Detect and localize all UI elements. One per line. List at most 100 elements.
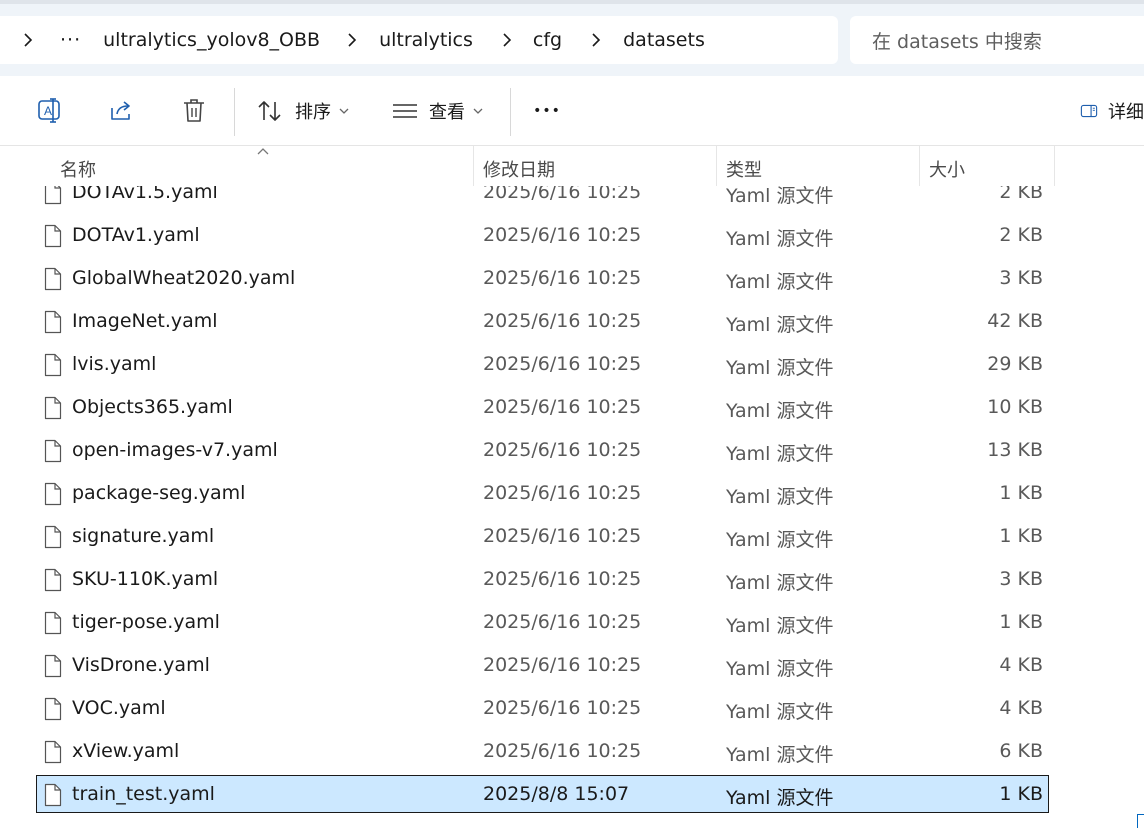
column-divider[interactable] [473, 146, 474, 186]
file-name: lvis.yaml [72, 353, 157, 375]
breadcrumb-overflow[interactable]: ··· [60, 29, 81, 51]
file-name: open-images-v7.yaml [72, 439, 278, 461]
file-type: Yaml 源文件 [726, 357, 834, 379]
file-list: DOTAv1.5.yaml 2025/6/16 10:25 Yaml 源文件 2… [0, 186, 1144, 828]
file-date: 2025/6/16 10:25 [483, 267, 642, 289]
file-row[interactable]: package-seg.yaml 2025/6/16 10:25 Yaml 源文… [0, 477, 1144, 513]
file-type: Yaml 源文件 [726, 658, 834, 680]
search-placeholder: 在 datasets 中搜索 [872, 30, 1042, 53]
address-bar[interactable]: ··· ultralytics_yolov8_OBB ultralytics c… [0, 16, 838, 64]
expand-chevron-icon[interactable] [18, 30, 38, 50]
file-row-selected[interactable]: train_test.yaml 2025/8/8 15:07 Yaml 源文件 … [0, 775, 1144, 814]
command-bar: A 排序 查看 ••• 详细 [0, 76, 1144, 146]
rename-button[interactable]: A [34, 93, 66, 129]
file-row[interactable]: VisDrone.yaml 2025/6/16 10:25 Yaml 源文件 4… [0, 649, 1144, 685]
file-name: signature.yaml [72, 525, 215, 547]
breadcrumb-item-project[interactable]: ultralytics_yolov8_OBB [103, 29, 320, 51]
column-date-header[interactable]: 修改日期 [483, 156, 555, 182]
search-input[interactable]: 在 datasets 中搜索 [850, 16, 1144, 64]
file-icon [44, 783, 62, 807]
details-pane-button[interactable]: 详细 [1080, 93, 1144, 129]
column-divider[interactable] [919, 146, 920, 186]
file-date: 2025/6/16 10:25 [483, 224, 642, 246]
file-date: 2025/6/16 10:25 [483, 439, 642, 461]
file-date: 2025/6/16 10:25 [483, 396, 642, 418]
file-icon [44, 697, 62, 721]
file-type: Yaml 源文件 [726, 186, 834, 207]
file-date: 2025/6/16 10:25 [483, 525, 642, 547]
column-type-header[interactable]: 类型 [726, 156, 762, 182]
title-strip [0, 0, 1144, 4]
more-icon: ••• [533, 103, 561, 119]
address-area: ··· ultralytics_yolov8_OBB ultralytics c… [0, 0, 1144, 76]
file-name: train_test.yaml [72, 783, 215, 805]
breadcrumb-item-cfg[interactable]: cfg [533, 29, 562, 51]
file-row[interactable]: DOTAv1.yaml 2025/6/16 10:25 Yaml 源文件 2 K… [0, 219, 1144, 255]
file-name: Objects365.yaml [72, 396, 233, 418]
file-size: 1 KB [999, 482, 1043, 504]
file-row[interactable]: ImageNet.yaml 2025/6/16 10:25 Yaml 源文件 4… [0, 305, 1144, 341]
file-icon [44, 267, 62, 291]
file-icon [44, 353, 62, 377]
file-size: 1 KB [999, 611, 1043, 633]
file-icon [44, 482, 62, 506]
view-list-icon [393, 104, 417, 118]
more-options-button[interactable]: ••• [530, 93, 564, 129]
delete-button[interactable] [178, 93, 210, 129]
chevron-right-icon[interactable] [586, 30, 606, 50]
column-divider[interactable] [1054, 146, 1055, 186]
file-size: 10 KB [987, 396, 1043, 418]
file-row[interactable]: open-images-v7.yaml 2025/6/16 10:25 Yaml… [0, 434, 1144, 470]
file-row[interactable]: SKU-110K.yaml 2025/6/16 10:25 Yaml 源文件 3… [0, 563, 1144, 599]
column-name-header[interactable]: 名称 [60, 156, 96, 182]
file-size: 2 KB [999, 224, 1043, 246]
file-name: ImageNet.yaml [72, 310, 218, 332]
file-type: Yaml 源文件 [726, 228, 834, 250]
sort-button[interactable]: 排序 [256, 93, 354, 129]
file-row[interactable]: tiger-pose.yaml 2025/6/16 10:25 Yaml 源文件… [0, 606, 1144, 642]
file-row[interactable]: Objects365.yaml 2025/6/16 10:25 Yaml 源文件… [0, 391, 1144, 427]
file-name: SKU-110K.yaml [72, 568, 219, 590]
file-date: 2025/6/16 10:25 [483, 353, 642, 375]
file-row[interactable]: VOC.yaml 2025/6/16 10:25 Yaml 源文件 4 KB [0, 692, 1144, 728]
file-row[interactable]: xView.yaml 2025/6/16 10:25 Yaml 源文件 6 KB [0, 735, 1144, 771]
view-button[interactable]: 查看 [392, 93, 490, 129]
file-type: Yaml 源文件 [726, 529, 834, 551]
file-row[interactable]: lvis.yaml 2025/6/16 10:25 Yaml 源文件 29 KB [0, 348, 1144, 384]
file-type: Yaml 源文件 [726, 787, 834, 809]
share-icon [111, 101, 130, 120]
file-type: Yaml 源文件 [726, 314, 834, 336]
file-list-rows: DOTAv1.5.yaml 2025/6/16 10:25 Yaml 源文件 2… [0, 186, 1144, 828]
details-label: 详细 [1108, 102, 1144, 123]
share-button[interactable] [106, 93, 138, 129]
file-date: 2025/6/16 10:25 [483, 482, 642, 504]
file-icon [44, 740, 62, 764]
toolbar-divider [234, 88, 235, 136]
file-type: Yaml 源文件 [726, 486, 834, 508]
file-icon [44, 224, 62, 248]
file-type: Yaml 源文件 [726, 615, 834, 637]
sort-label: 排序 [295, 102, 331, 123]
file-size: 1 KB [999, 525, 1043, 547]
file-size: 4 KB [999, 654, 1043, 676]
breadcrumb-item-ultralytics[interactable]: ultralytics [379, 29, 473, 51]
file-date: 2025/6/16 10:25 [483, 310, 642, 332]
file-icon [44, 439, 62, 463]
column-divider[interactable] [716, 146, 717, 186]
file-row[interactable]: GlobalWheat2020.yaml 2025/6/16 10:25 Yam… [0, 262, 1144, 298]
chevron-down-icon [339, 108, 349, 114]
file-row[interactable]: signature.yaml 2025/6/16 10:25 Yaml 源文件 … [0, 520, 1144, 556]
breadcrumb-item-datasets[interactable]: datasets [623, 29, 705, 51]
file-date: 2025/6/16 10:25 [483, 654, 642, 676]
column-size-header[interactable]: 大小 [929, 156, 965, 182]
file-type: Yaml 源文件 [726, 400, 834, 422]
file-size: 42 KB [987, 310, 1043, 332]
chevron-right-icon[interactable] [497, 30, 517, 50]
file-icon [44, 186, 62, 205]
chevron-right-icon[interactable] [342, 30, 362, 50]
file-size: 3 KB [999, 568, 1043, 590]
file-row[interactable]: DOTAv1.5.yaml 2025/6/16 10:25 Yaml 源文件 2… [0, 186, 1144, 212]
file-size: 2 KB [999, 186, 1043, 203]
resize-corner [1137, 814, 1144, 828]
file-size: 4 KB [999, 697, 1043, 719]
